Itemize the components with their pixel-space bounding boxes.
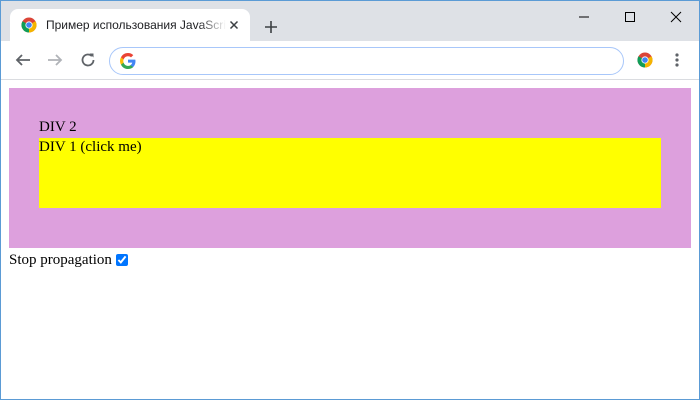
tab-title: Пример использования JavaScript <box>46 18 226 32</box>
page-viewport: DIV 2 DIV 1 (click me) Stop propagation <box>1 80 699 399</box>
maximize-icon <box>625 12 635 22</box>
stop-propagation-row: Stop propagation <box>9 251 128 269</box>
tab-strip: Пример использования JavaScript <box>1 1 699 41</box>
maximize-button[interactable] <box>607 1 653 33</box>
address-input[interactable] <box>144 52 614 70</box>
div2-box[interactable]: DIV 2 DIV 1 (click me) <box>9 88 691 248</box>
reload-icon[interactable] <box>79 51 97 69</box>
close-icon <box>670 11 682 23</box>
arrow-right-icon[interactable] <box>46 51 64 69</box>
browser-window: Пример использования JavaScript DIV 2 DI… <box>0 0 700 400</box>
window-close-button[interactable] <box>653 1 699 33</box>
plus-icon[interactable] <box>261 17 281 37</box>
minimize-button[interactable] <box>561 1 607 33</box>
kebab-menu-icon[interactable] <box>673 52 681 68</box>
minimize-icon <box>579 16 589 18</box>
chrome-logo-icon <box>21 17 37 33</box>
active-tab[interactable]: Пример использования JavaScript <box>10 9 250 41</box>
stop-propagation-label: Stop propagation <box>9 251 112 268</box>
arrow-left-icon[interactable] <box>14 51 32 69</box>
close-icon[interactable] <box>226 17 242 33</box>
google-g-icon <box>120 53 136 69</box>
address-bar[interactable] <box>109 47 624 75</box>
chrome-logo-icon[interactable] <box>637 52 653 68</box>
stop-propagation-checkbox[interactable] <box>115 254 128 266</box>
div2-label: DIV 2 <box>39 119 77 135</box>
div1-box[interactable]: DIV 1 (click me) <box>39 138 661 208</box>
browser-toolbar <box>1 41 699 80</box>
